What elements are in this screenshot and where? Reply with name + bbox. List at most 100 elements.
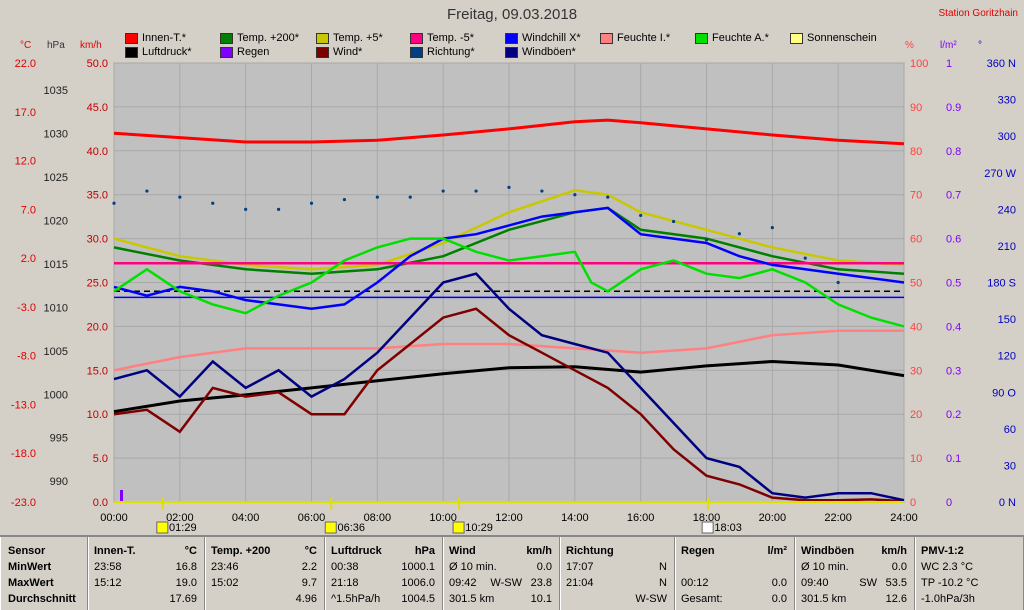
percent-tick: 60 bbox=[910, 234, 922, 246]
hpa-tick: 1010 bbox=[44, 302, 68, 314]
direction-point bbox=[704, 238, 709, 242]
direction-point bbox=[375, 195, 379, 199]
hpa-tick: 990 bbox=[50, 476, 68, 488]
direction-point bbox=[540, 189, 544, 193]
statistics-table: Sensor MinWert MaxWert Durchschnitt Innen-T.… bbox=[0, 535, 1024, 610]
degree-tick: 240 bbox=[998, 204, 1016, 216]
max-value: 19.0 bbox=[175, 577, 197, 589]
event-time: 18:03 bbox=[714, 522, 742, 534]
celsius-tick: -3.0 bbox=[17, 302, 36, 314]
direction-point bbox=[408, 195, 412, 199]
hour-tick: 00:00 bbox=[100, 512, 128, 524]
kmh-tick: 15.0 bbox=[87, 365, 108, 377]
min-value: N bbox=[659, 561, 667, 573]
kmh-tick: 35.0 bbox=[87, 190, 108, 202]
lm2-tick: 0 bbox=[946, 497, 952, 509]
max-value: 53.5 bbox=[885, 577, 907, 589]
direction-point bbox=[671, 219, 676, 224]
hpa-tick: 1035 bbox=[44, 85, 68, 97]
kmh-tick: 45.0 bbox=[87, 102, 108, 114]
kmh-tick: 0.0 bbox=[93, 497, 108, 509]
kmh-tick: 30.0 bbox=[87, 234, 108, 246]
direction-point bbox=[639, 213, 643, 218]
avg-value: 1004.5 bbox=[401, 593, 435, 605]
degree-tick: 60 bbox=[1004, 424, 1016, 436]
column-unit: km/h bbox=[526, 545, 552, 557]
row-header: Durchschnitt bbox=[8, 593, 76, 605]
max-time: TP -10.2 °C bbox=[921, 577, 979, 589]
hpa-tick: 1020 bbox=[44, 215, 68, 227]
hour-tick: 04:00 bbox=[232, 512, 260, 524]
avg-value: 17.69 bbox=[169, 593, 197, 605]
kmh-tick: 40.0 bbox=[87, 146, 108, 158]
hour-tick: 16:00 bbox=[627, 512, 655, 524]
hpa-tick: 1030 bbox=[44, 128, 68, 140]
celsius-tick: 12.0 bbox=[15, 156, 36, 168]
hour-tick: 06:00 bbox=[298, 512, 326, 524]
kmh-tick: 50.0 bbox=[87, 58, 108, 70]
lm2-tick: 0.4 bbox=[946, 321, 961, 333]
kmh-tick: 10.0 bbox=[87, 409, 108, 421]
direction-point bbox=[211, 201, 215, 205]
row-header: Sensor bbox=[8, 545, 46, 557]
celsius-tick: -8.0 bbox=[17, 351, 36, 363]
lm2-tick: 0.6 bbox=[946, 234, 961, 246]
kmh-tick: 20.0 bbox=[87, 321, 108, 333]
direction-point bbox=[474, 189, 478, 193]
degree-tick: 120 bbox=[998, 351, 1016, 363]
degree-tick: 360 N bbox=[987, 58, 1016, 70]
hour-tick: 14:00 bbox=[561, 512, 589, 524]
hpa-tick: 1025 bbox=[44, 172, 68, 184]
degree-tick: 150 bbox=[998, 314, 1016, 326]
degree-tick: 90 O bbox=[992, 387, 1016, 399]
hour-tick: 20:00 bbox=[759, 512, 787, 524]
lm2-tick: 0.2 bbox=[946, 409, 961, 421]
event-time: 01:29 bbox=[169, 522, 197, 534]
celsius-tick: 17.0 bbox=[15, 107, 36, 119]
direction-point bbox=[112, 201, 116, 205]
direction-point bbox=[836, 280, 840, 285]
event-icon bbox=[324, 521, 337, 534]
percent-tick: 0 bbox=[910, 497, 916, 509]
degree-tick: 300 bbox=[998, 131, 1016, 143]
hpa-tick: 1000 bbox=[44, 389, 68, 401]
percent-tick: 90 bbox=[910, 102, 922, 114]
event-icon bbox=[701, 521, 714, 534]
celsius-tick: -13.0 bbox=[11, 399, 36, 411]
chart-plot: 22.0 17.0 12.0 7.0 2.0 -3.0 -8.0 -13.0 -18.0 -23.… bbox=[11, 58, 1017, 534]
avg-value: 10.1 bbox=[530, 593, 552, 605]
lm2-tick: 1 bbox=[946, 58, 952, 70]
direction-point bbox=[342, 197, 347, 202]
percent-tick: 80 bbox=[910, 146, 922, 158]
hpa-tick: 1005 bbox=[44, 346, 68, 358]
direction-point bbox=[309, 201, 314, 205]
kmh-tick: 25.0 bbox=[87, 278, 108, 290]
direction-point bbox=[178, 195, 182, 199]
hour-tick: 08:00 bbox=[364, 512, 392, 524]
column-title: Richtung bbox=[566, 545, 614, 557]
direction-point bbox=[276, 207, 281, 211]
direction-point bbox=[441, 189, 445, 193]
celsius-tick: -23.0 bbox=[11, 497, 36, 509]
degree-tick: 330 bbox=[998, 95, 1016, 107]
degree-tick: 270 W bbox=[984, 168, 1016, 180]
avg-value: 0.0 bbox=[771, 593, 787, 605]
direction-point bbox=[145, 189, 149, 193]
percent-tick: 10 bbox=[910, 453, 922, 465]
event-icon bbox=[156, 521, 169, 534]
max-value: 0.0 bbox=[771, 577, 787, 589]
celsius-tick: 7.0 bbox=[21, 204, 36, 216]
percent-tick: 50 bbox=[910, 278, 922, 290]
percent-tick: 70 bbox=[910, 190, 922, 202]
celsius-tick: 22.0 bbox=[15, 58, 36, 70]
min-time: WC 2.3 °C bbox=[921, 561, 974, 573]
degree-tick: 0 N bbox=[999, 497, 1016, 509]
degree-tick: 180 S bbox=[987, 278, 1016, 290]
celsius-tick: -18.0 bbox=[11, 448, 36, 460]
rain-bar bbox=[120, 490, 123, 502]
hour-tick: 24:00 bbox=[890, 512, 918, 524]
column-unit: km/h bbox=[881, 545, 907, 557]
hpa-tick: 1015 bbox=[44, 259, 68, 271]
lm2-tick: 0.5 bbox=[946, 278, 961, 290]
row-header: MaxWert bbox=[8, 577, 54, 589]
